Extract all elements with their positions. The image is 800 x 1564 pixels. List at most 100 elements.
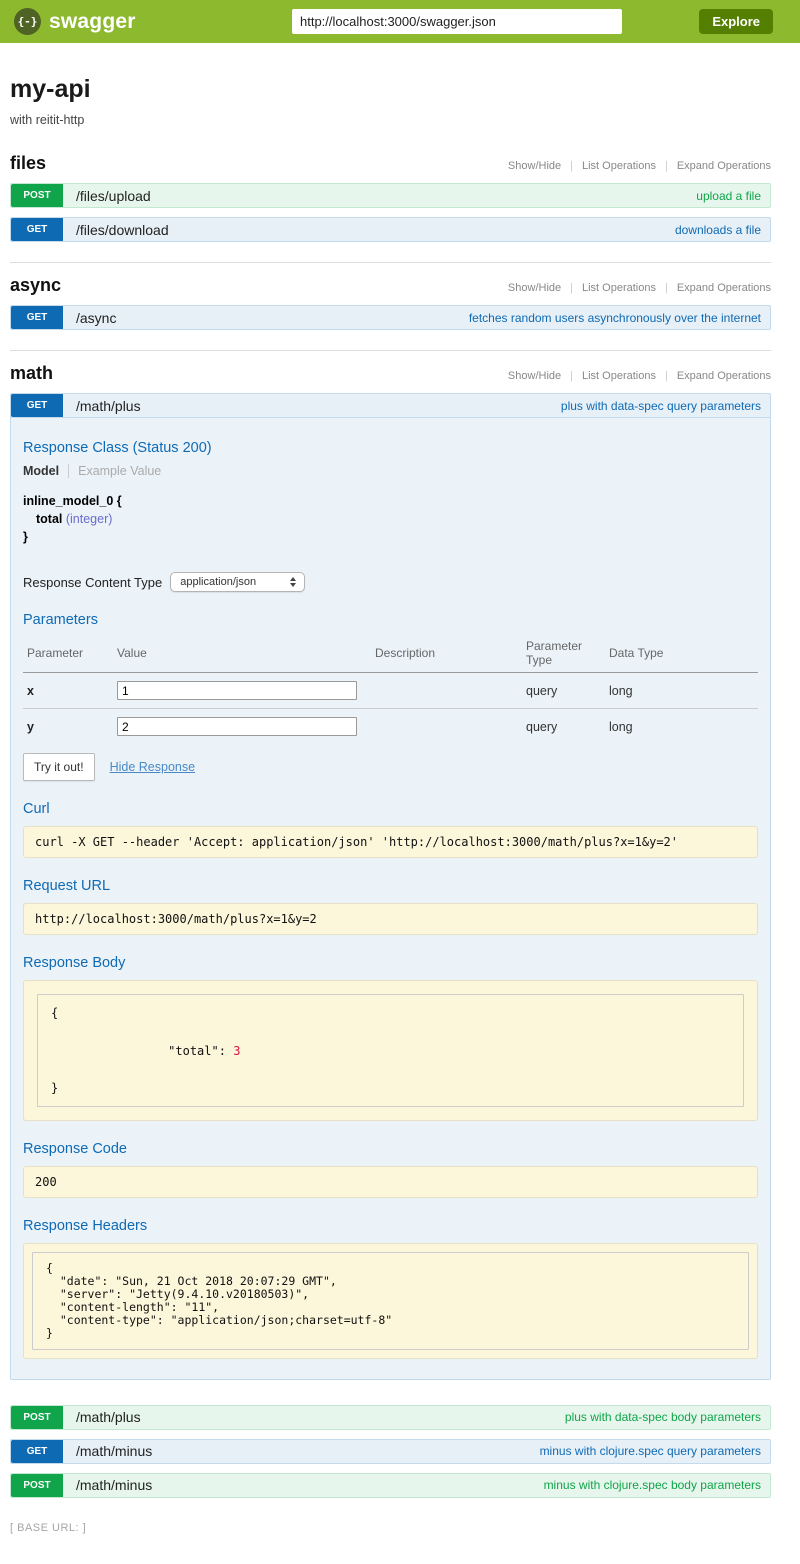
expand-operations-link[interactable]: Expand Operations bbox=[677, 160, 771, 172]
hide-response-link[interactable]: Hide Response bbox=[110, 760, 195, 774]
endpoint-row-post-files-upload[interactable]: POST /files/upload upload a file bbox=[10, 183, 771, 208]
parameter-y-input[interactable] bbox=[117, 717, 357, 736]
list-operations-link[interactable]: List Operations bbox=[582, 282, 656, 294]
resource-section-async: async Show/Hide | List Operations | Expa… bbox=[10, 262, 771, 330]
show-hide-link[interactable]: Show/Hide bbox=[508, 282, 561, 294]
endpoint-path[interactable]: /math/plus bbox=[63, 1406, 141, 1429]
response-headers-json: { "date": "Sun, 21 Oct 2018 20:07:29 GMT… bbox=[46, 1262, 735, 1339]
endpoint-summary[interactable]: upload a file bbox=[696, 184, 770, 207]
endpoint-summary[interactable]: plus with data-spec body parameters bbox=[565, 1406, 770, 1429]
request-url-block: http://localhost:3000/math/plus?x=1&y=2 bbox=[23, 903, 758, 935]
json-value: 3 bbox=[233, 1044, 240, 1058]
endpoint-row-post-math-minus[interactable]: POST /math/minus minus with clojure.spec… bbox=[10, 1473, 771, 1498]
json-key: "total": bbox=[168, 1044, 233, 1058]
tab-example-value[interactable]: Example Value bbox=[68, 464, 161, 478]
endpoint-row-get-async[interactable]: GET /async fetches random users asynchro… bbox=[10, 305, 771, 330]
collapsed-math-endpoints: POST /math/plus plus with data-spec body… bbox=[10, 1405, 771, 1498]
endpoint-row-get-math-plus[interactable]: GET /math/plus plus with data-spec query… bbox=[10, 393, 771, 418]
method-badge-get: GET bbox=[11, 394, 63, 417]
resource-controls: Show/Hide | List Operations | Expand Ope… bbox=[508, 370, 771, 382]
response-body-heading: Response Body bbox=[23, 955, 758, 971]
resource-section-files: files Show/Hide | List Operations | Expa… bbox=[10, 153, 771, 242]
endpoint-summary[interactable]: minus with clojure.spec query parameters bbox=[540, 1440, 770, 1463]
tab-model[interactable]: Model bbox=[23, 464, 68, 478]
parameter-data-type: long bbox=[605, 709, 758, 745]
model-type-close: } bbox=[23, 528, 758, 546]
operation-content: Response Class (Status 200) Model Exampl… bbox=[11, 418, 770, 1379]
select-updown-icon bbox=[290, 577, 296, 587]
endpoint-summary[interactable]: minus with clojure.spec body parameters bbox=[544, 1474, 770, 1497]
method-badge-post: POST bbox=[11, 184, 63, 207]
main-content: my-api with reitit-http files Show/Hide … bbox=[0, 75, 800, 1534]
endpoint-row-get-files-download[interactable]: GET /files/download downloads a file bbox=[10, 217, 771, 242]
curl-command-block: curl -X GET --header 'Accept: applicatio… bbox=[23, 826, 758, 858]
column-header-value: Value bbox=[113, 634, 371, 673]
method-badge-post: POST bbox=[11, 1474, 63, 1497]
endpoint-row-get-math-minus[interactable]: GET /math/minus minus with clojure.spec … bbox=[10, 1439, 771, 1464]
endpoint-path[interactable]: /math/plus bbox=[63, 394, 141, 417]
selected-content-type: application/json bbox=[180, 576, 256, 588]
json-brace-close: } bbox=[51, 1079, 730, 1098]
resource-name-async[interactable]: async bbox=[10, 275, 61, 296]
response-headers-heading: Response Headers bbox=[23, 1218, 758, 1234]
divider: | bbox=[570, 160, 573, 172]
parameter-row-y: y query long bbox=[23, 709, 758, 745]
resource-controls: Show/Hide | List Operations | Expand Ope… bbox=[508, 282, 771, 294]
parameter-x-input[interactable] bbox=[117, 681, 357, 700]
response-content-type-label: Response Content Type bbox=[23, 575, 162, 590]
endpoint-path[interactable]: /files/upload bbox=[63, 184, 151, 207]
list-operations-link[interactable]: List Operations bbox=[582, 370, 656, 382]
model-tabs: Model Example Value bbox=[23, 464, 758, 478]
endpoint-summary[interactable]: downloads a file bbox=[675, 218, 770, 241]
base-url-footer: [ BASE URL: ] bbox=[10, 1522, 771, 1534]
method-badge-get: GET bbox=[11, 218, 63, 241]
endpoint-row-post-math-plus[interactable]: POST /math/plus plus with data-spec body… bbox=[10, 1405, 771, 1430]
resource-name-math[interactable]: math bbox=[10, 363, 53, 384]
parameter-type: query bbox=[522, 709, 605, 745]
operation-panel-get-math-plus: GET /math/plus plus with data-spec query… bbox=[10, 393, 771, 1380]
swagger-url-input[interactable] bbox=[292, 9, 622, 34]
parameter-name: y bbox=[23, 709, 113, 745]
parameter-name: x bbox=[23, 673, 113, 709]
list-operations-link[interactable]: List Operations bbox=[582, 160, 656, 172]
endpoint-path[interactable]: /math/minus bbox=[63, 1440, 152, 1463]
request-url-heading: Request URL bbox=[23, 878, 758, 894]
column-header-data-type: Data Type bbox=[605, 634, 758, 673]
curl-heading: Curl bbox=[23, 801, 758, 817]
response-headers-block: { "date": "Sun, 21 Oct 2018 20:07:29 GMT… bbox=[23, 1243, 758, 1358]
model-property-type: (integer) bbox=[62, 512, 112, 526]
divider: | bbox=[665, 370, 668, 382]
resource-name-files[interactable]: files bbox=[10, 153, 46, 174]
endpoint-path[interactable]: /async bbox=[63, 306, 116, 329]
parameter-type: query bbox=[522, 673, 605, 709]
show-hide-link[interactable]: Show/Hide bbox=[508, 370, 561, 382]
endpoint-summary[interactable]: plus with data-spec query parameters bbox=[561, 394, 770, 417]
column-header-description: Description bbox=[371, 634, 522, 673]
explore-button[interactable]: Explore bbox=[699, 9, 773, 34]
top-navbar: {-} swagger Explore bbox=[0, 0, 800, 43]
model-property-name: total bbox=[36, 512, 62, 526]
swagger-logo-icon: {-} bbox=[14, 8, 41, 35]
divider: | bbox=[665, 282, 668, 294]
divider: | bbox=[570, 282, 573, 294]
response-content-type-select[interactable]: application/json bbox=[170, 572, 305, 592]
parameter-description bbox=[371, 709, 522, 745]
api-info: my-api with reitit-http bbox=[10, 75, 771, 127]
try-it-out-button[interactable]: Try it out! bbox=[23, 753, 95, 781]
endpoint-path[interactable]: /files/download bbox=[63, 218, 169, 241]
column-header-parameter-type: Parameter Type bbox=[522, 634, 605, 673]
method-badge-post: POST bbox=[11, 1406, 63, 1429]
response-code-heading: Response Code bbox=[23, 1141, 758, 1157]
model-signature: inline_model_0 { total (integer) } bbox=[23, 492, 758, 546]
swagger-logo[interactable]: {-} swagger bbox=[14, 8, 136, 35]
endpoint-path[interactable]: /math/minus bbox=[63, 1474, 152, 1497]
method-badge-get: GET bbox=[11, 1440, 63, 1463]
show-hide-link[interactable]: Show/Hide bbox=[508, 160, 561, 172]
method-badge-get: GET bbox=[11, 306, 63, 329]
expand-operations-link[interactable]: Expand Operations bbox=[677, 282, 771, 294]
parameter-data-type: long bbox=[605, 673, 758, 709]
endpoint-summary[interactable]: fetches random users asynchronously over… bbox=[469, 306, 770, 329]
column-header-parameter: Parameter bbox=[23, 634, 113, 673]
json-brace-open: { bbox=[51, 1004, 730, 1023]
expand-operations-link[interactable]: Expand Operations bbox=[677, 370, 771, 382]
